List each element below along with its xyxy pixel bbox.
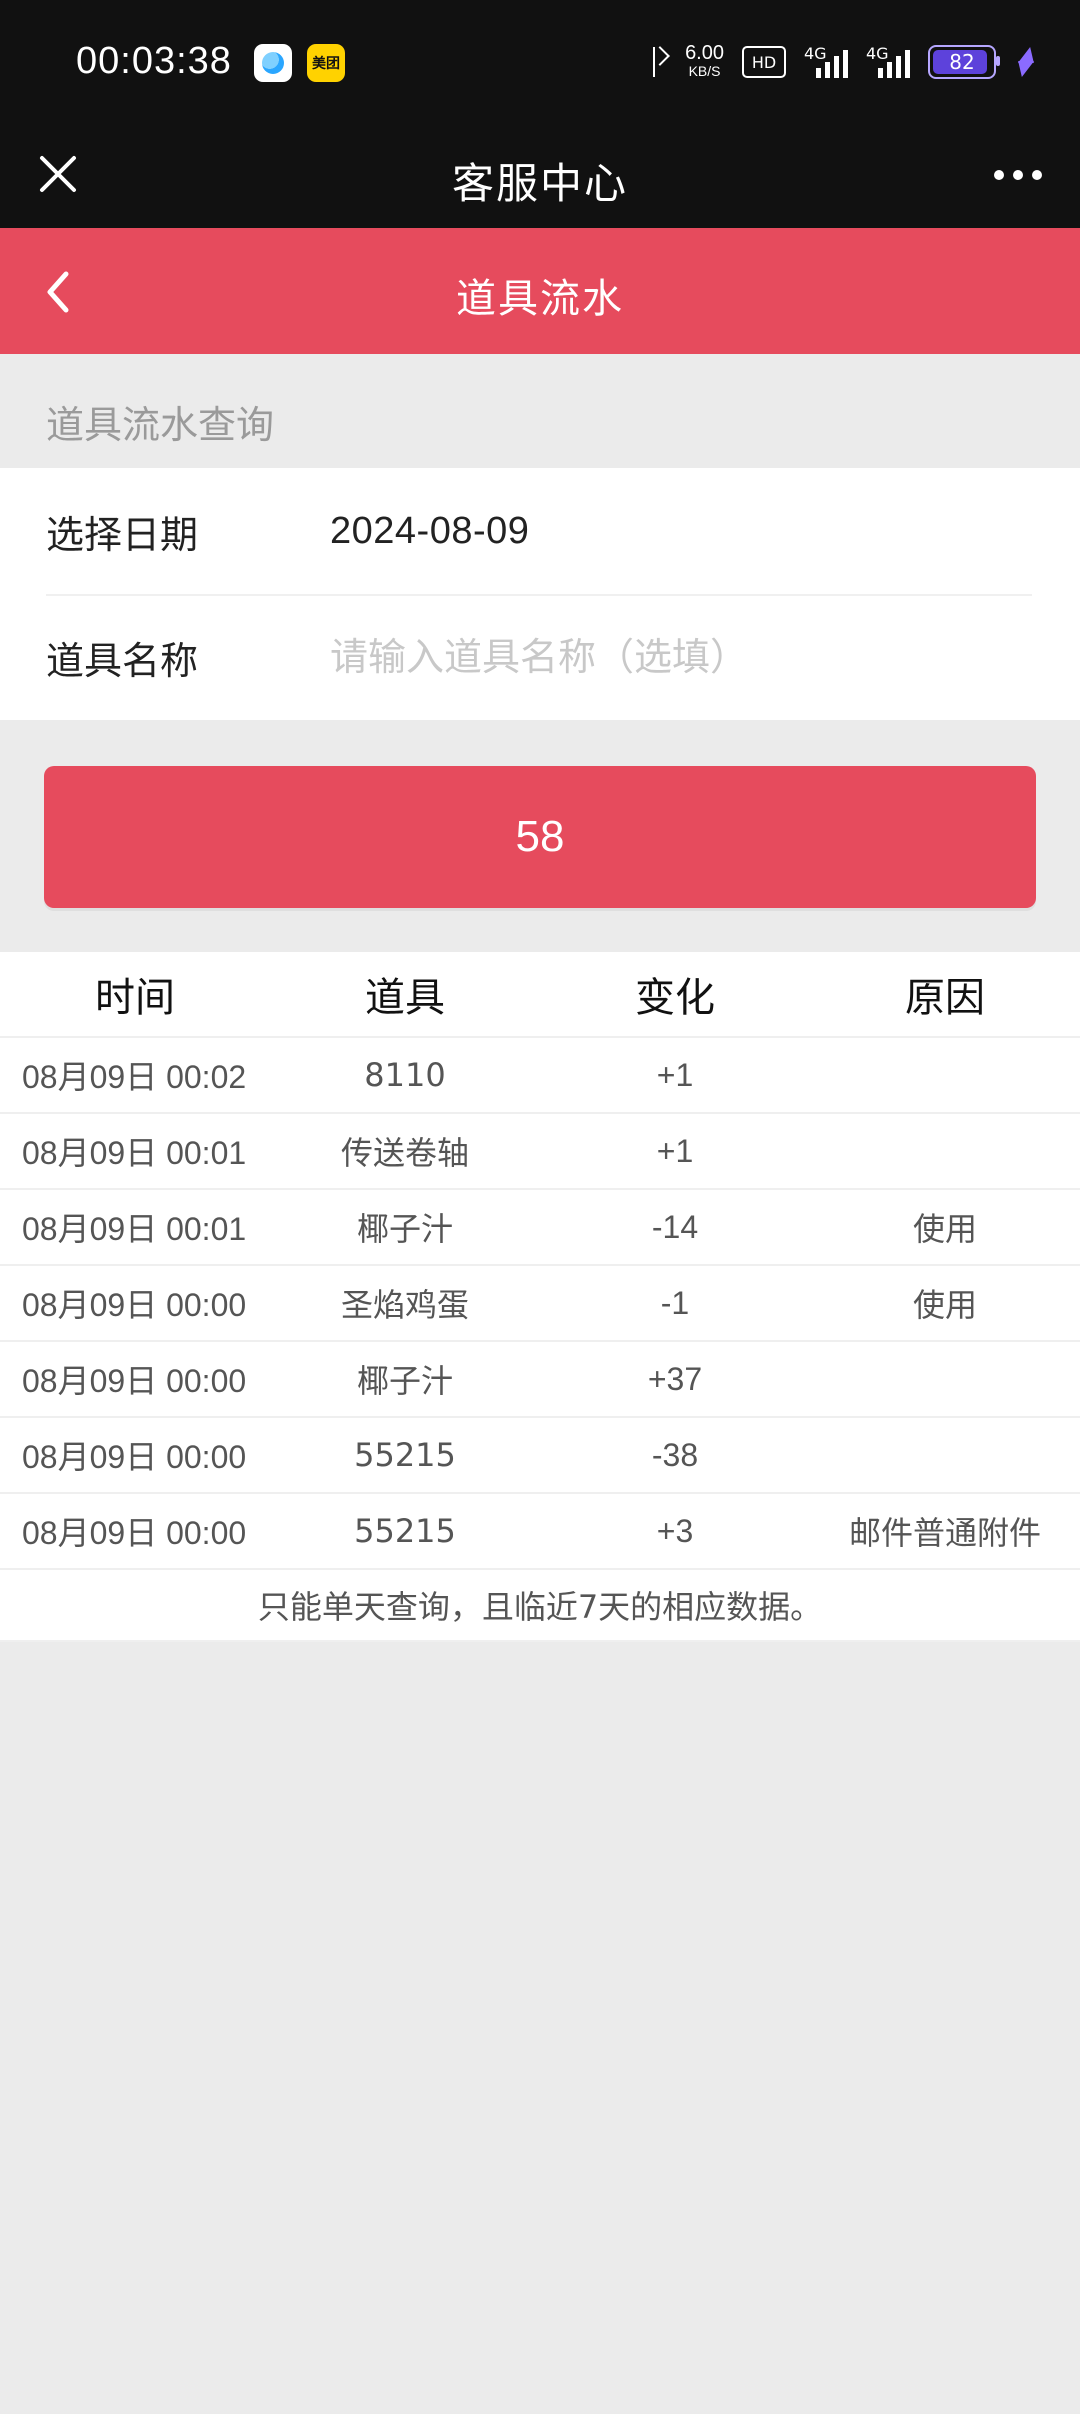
table-cell-time: 08月09日 00:01	[22, 1135, 247, 1171]
page-header: 道具流水	[0, 228, 1080, 354]
table-cell-time: 08月09日 00:00	[22, 1363, 247, 1399]
table-header-change: 变化	[635, 975, 715, 1021]
table-cell-change: -1	[660, 1284, 690, 1321]
table-cell-reason: 使用	[912, 1210, 977, 1248]
table-row: 08月09日 00:00 椰子汁 +37	[0, 1342, 1080, 1418]
table-header-time: 时间	[95, 975, 175, 1021]
table-cell-item: 55215	[354, 1436, 456, 1474]
date-value[interactable]: 2024-08-09	[330, 510, 529, 553]
table-header-row: 时间 道具 变化 原因	[0, 952, 1080, 1038]
item-name-label: 道具名称	[46, 638, 199, 683]
network-speed: 6.00 KB/S	[685, 42, 724, 80]
item-name-input[interactable]	[330, 635, 980, 679]
table-cell-reason: 邮件普通附件	[848, 1514, 1041, 1552]
more-options-dot	[994, 170, 1004, 180]
table-cell-item: 椰子汁	[356, 1210, 453, 1248]
item-name-row: 道具名称	[46, 594, 1032, 720]
meituan-app-icon: 美团	[307, 44, 345, 82]
battery-icon: 82	[928, 45, 1000, 79]
date-label: 选择日期	[46, 512, 199, 557]
table-row: 08月09日 00:01 传送卷轴 +1	[0, 1114, 1080, 1190]
signal-strength-icon: 4G	[866, 44, 910, 78]
table-cell-change: +3	[656, 1512, 694, 1549]
status-bar: 00:03:38 美团 6.00 KB/S HD 4G 4G 82	[0, 0, 1080, 130]
table-row: 08月09日 00:00 55215 -38	[0, 1418, 1080, 1494]
table-cell-time: 08月09日 00:00	[22, 1515, 247, 1551]
table-row: 08月09日 00:00 圣焰鸡蛋 -1 使用	[0, 1266, 1080, 1342]
app-header: 客服中心	[0, 130, 1080, 228]
table-cell-item: 8110	[364, 1056, 446, 1094]
table-cell-time: 08月09日 00:00	[22, 1287, 247, 1323]
more-options-button[interactable]	[986, 146, 1050, 202]
signal-strength-icon: 4G	[804, 44, 848, 78]
table-cell-item: 椰子汁	[356, 1362, 453, 1400]
network-speed-value: 6.00	[685, 42, 724, 64]
table-row: 08月09日 00:00 55215 +3 邮件普通附件	[0, 1494, 1080, 1570]
table-cell-item: 55215	[354, 1512, 456, 1550]
more-options-dot	[1032, 170, 1042, 180]
table-header-item: 道具	[365, 975, 445, 1021]
table-cell-change: -38	[651, 1436, 699, 1473]
table-note: 只能单天查询，且临近7天的相应数据。	[0, 1570, 1080, 1642]
table-cell-time: 08月09日 00:00	[22, 1439, 247, 1475]
status-indicators: 6.00 KB/S HD 4G 4G 82	[645, 42, 1032, 82]
network-speed-unit: KB/S	[688, 63, 721, 79]
table-row: 08月09日 00:01 椰子汁 -14 使用	[0, 1190, 1080, 1266]
status-time: 00:03:38	[76, 40, 232, 82]
table-cell-item: 圣焰鸡蛋	[340, 1286, 469, 1324]
query-button[interactable]: 58	[44, 766, 1036, 908]
table-cell-change: +1	[656, 1132, 694, 1169]
table-cell-change: +1	[656, 1056, 694, 1093]
query-form: 选择日期 2024-08-09 道具名称	[0, 468, 1080, 720]
charging-icon	[1014, 47, 1032, 77]
battery-percent: 82	[949, 50, 975, 74]
table-row: 08月09日 00:02 8110 +1	[0, 1038, 1080, 1114]
hd-badge: HD	[742, 46, 786, 78]
signal-bars	[878, 50, 910, 78]
date-row[interactable]: 选择日期 2024-08-09	[46, 468, 1032, 596]
table-cell-reason: 使用	[912, 1286, 977, 1324]
signal-bars	[816, 50, 848, 78]
table-cell-item: 传送卷轴	[340, 1134, 469, 1172]
app-title: 客服中心	[451, 159, 628, 208]
table-cell-time: 08月09日 00:02	[22, 1059, 247, 1095]
table-cell-change: +37	[647, 1360, 703, 1397]
table-header-reason: 原因	[905, 975, 985, 1021]
more-options-dot	[1013, 170, 1023, 180]
page-title: 道具流水	[456, 276, 624, 322]
table-cell-change: -14	[651, 1208, 699, 1245]
table-cell-time: 08月09日 00:01	[22, 1211, 247, 1247]
query-section-label: 道具流水查询	[46, 403, 275, 447]
bluetooth-icon	[645, 45, 667, 79]
item-log-table: 时间 道具 变化 原因 08月09日 00:02 8110 +1 08月09日 …	[0, 952, 1080, 1642]
qq-app-icon	[254, 44, 292, 82]
